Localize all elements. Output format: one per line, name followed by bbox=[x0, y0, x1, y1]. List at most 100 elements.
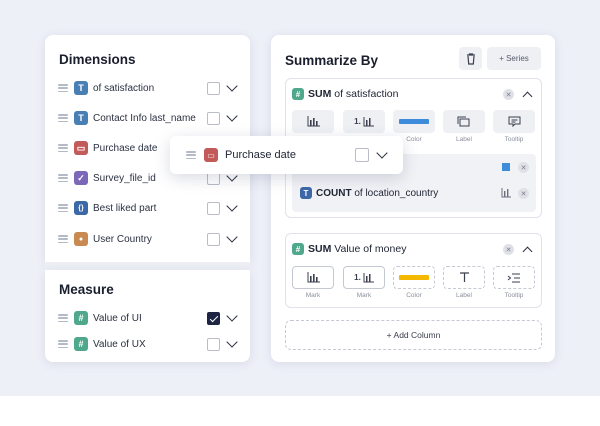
number-type-icon: # bbox=[74, 311, 88, 325]
add-column-button[interactable]: + Add Column bbox=[285, 320, 542, 350]
mark-caption: Mark bbox=[305, 292, 321, 299]
color-button[interactable] bbox=[393, 110, 435, 133]
text-type-icon: T bbox=[74, 81, 88, 95]
measure-row[interactable]: # Value of UX bbox=[45, 332, 250, 356]
dimensions-title: Dimensions bbox=[59, 52, 136, 67]
calendar-type-icon: ▭ bbox=[74, 141, 88, 155]
field-label: of satisfaction bbox=[331, 88, 399, 100]
text-type-icon: T bbox=[300, 187, 312, 199]
dimension-checkbox[interactable] bbox=[207, 81, 220, 95]
remove-icon[interactable]: ✕ bbox=[503, 244, 514, 255]
color-swatch bbox=[399, 119, 429, 124]
numbered-mark-button[interactable]: 1. bbox=[343, 266, 385, 289]
dragged-item-label: Purchase date bbox=[225, 149, 296, 161]
color-button[interactable] bbox=[393, 266, 435, 289]
tooltip-icon bbox=[508, 116, 520, 127]
dimension-row[interactable]: {} Best liked part bbox=[45, 196, 250, 220]
calendar-type-icon: ▭ bbox=[204, 148, 218, 162]
dimension-row[interactable]: ● User Country bbox=[45, 227, 250, 251]
number-label: 1. bbox=[354, 273, 361, 282]
measure-row[interactable]: # Value of UI bbox=[45, 306, 250, 330]
label-button[interactable] bbox=[443, 110, 485, 133]
tooltip-caption: Tooltip bbox=[504, 136, 524, 143]
chevron-down-icon[interactable] bbox=[226, 80, 238, 92]
dimension-label: Contact Info last_name bbox=[93, 112, 196, 124]
number-type-icon: # bbox=[292, 243, 304, 255]
measure-checkbox-checked[interactable] bbox=[207, 311, 220, 325]
chevron-down-icon[interactable] bbox=[226, 200, 238, 212]
chevron-down-icon[interactable] bbox=[376, 147, 388, 159]
mark-type-button[interactable] bbox=[292, 266, 334, 289]
add-series-button[interactable]: + Series bbox=[487, 47, 541, 70]
chevron-down-icon[interactable] bbox=[226, 310, 238, 322]
label-button[interactable] bbox=[443, 266, 485, 289]
drag-handle-icon[interactable] bbox=[58, 174, 68, 182]
drag-handle-icon[interactable] bbox=[58, 84, 68, 92]
trash-button[interactable] bbox=[459, 47, 482, 70]
tooltip-button[interactable] bbox=[493, 266, 535, 289]
drag-handle-icon[interactable] bbox=[58, 204, 68, 212]
dimension-label: Best liked part bbox=[93, 202, 157, 214]
remove-icon[interactable]: ✕ bbox=[518, 188, 529, 199]
mark-type-button[interactable] bbox=[292, 110, 334, 133]
series-title: SUM Value of money bbox=[308, 243, 406, 255]
series-card: # SUM Value of money ✕ 1. Mark Mark Colo… bbox=[285, 233, 542, 308]
measure-label: Value of UX bbox=[93, 338, 146, 350]
dimension-checkbox[interactable] bbox=[207, 232, 220, 246]
dimension-row[interactable]: T of satisfaction bbox=[45, 76, 250, 100]
checkbox-type-icon: ✓ bbox=[74, 171, 88, 185]
summarize-title: Summarize By bbox=[285, 53, 379, 68]
label-caption: Label bbox=[456, 292, 472, 299]
bar-chart-icon bbox=[363, 272, 374, 282]
measure-label: Value of UI bbox=[93, 312, 142, 324]
remove-icon[interactable]: ✕ bbox=[503, 89, 514, 100]
label-icon bbox=[457, 116, 470, 127]
drag-handle-icon[interactable] bbox=[58, 144, 68, 152]
dragged-item-checkbox[interactable] bbox=[355, 148, 369, 162]
chevron-up-icon[interactable] bbox=[522, 246, 533, 257]
background-strip bbox=[0, 396, 600, 426]
measure-checkbox[interactable] bbox=[207, 337, 220, 351]
drag-handle-icon[interactable] bbox=[58, 235, 68, 243]
chevron-down-icon[interactable] bbox=[226, 231, 238, 243]
dragged-dimension-item[interactable]: ▭ Purchase date bbox=[170, 136, 403, 174]
color-caption: Color bbox=[406, 292, 422, 299]
chevron-down-icon[interactable] bbox=[226, 336, 238, 348]
object-type-icon: {} bbox=[74, 201, 88, 215]
dimension-label: User Country bbox=[93, 233, 152, 245]
dimension-checkbox[interactable] bbox=[207, 201, 220, 215]
field-label: Value of money bbox=[331, 243, 407, 255]
chevron-down-icon[interactable] bbox=[226, 110, 238, 122]
sub-series-title: COUNT of location_country bbox=[316, 188, 438, 199]
dimension-label: of satisfaction bbox=[93, 82, 155, 94]
label-caption: Label bbox=[456, 136, 472, 143]
remove-icon[interactable]: ✕ bbox=[518, 162, 529, 173]
number-type-icon: # bbox=[74, 337, 88, 351]
trash-icon bbox=[466, 52, 475, 65]
drag-handle-icon[interactable] bbox=[58, 314, 68, 322]
aggregation-label: SUM bbox=[308, 243, 332, 255]
field-label: of location_country bbox=[351, 188, 439, 199]
dimension-checkbox[interactable] bbox=[207, 111, 220, 125]
drag-handle-icon[interactable] bbox=[58, 114, 68, 122]
mark-caption: Mark bbox=[356, 292, 372, 299]
tooltip-button[interactable] bbox=[493, 110, 535, 133]
location-type-icon: ● bbox=[74, 232, 88, 246]
color-swatch bbox=[399, 275, 429, 280]
dimension-row[interactable]: T Contact Info last_name bbox=[45, 106, 250, 130]
number-type-icon: # bbox=[292, 88, 304, 100]
drag-handle-icon[interactable] bbox=[58, 340, 68, 348]
aggregation-label: COUNT bbox=[316, 188, 352, 199]
drag-handle-icon[interactable] bbox=[186, 151, 196, 159]
summarize-panel: Summarize By + Series # SUM of satisfact… bbox=[271, 35, 555, 362]
text-icon bbox=[459, 272, 469, 282]
chevron-up-icon[interactable] bbox=[522, 91, 533, 102]
dimension-label: Survey_file_id bbox=[93, 172, 156, 184]
tooltip-caption: Tooltip bbox=[504, 292, 524, 299]
color-swatch bbox=[502, 163, 510, 171]
series-title: SUM of satisfaction bbox=[308, 88, 398, 100]
bar-chart-icon bbox=[307, 272, 320, 283]
numbered-mark-button[interactable]: 1. bbox=[343, 110, 385, 133]
measure-title: Measure bbox=[59, 282, 114, 297]
bar-chart-icon[interactable] bbox=[501, 188, 511, 198]
